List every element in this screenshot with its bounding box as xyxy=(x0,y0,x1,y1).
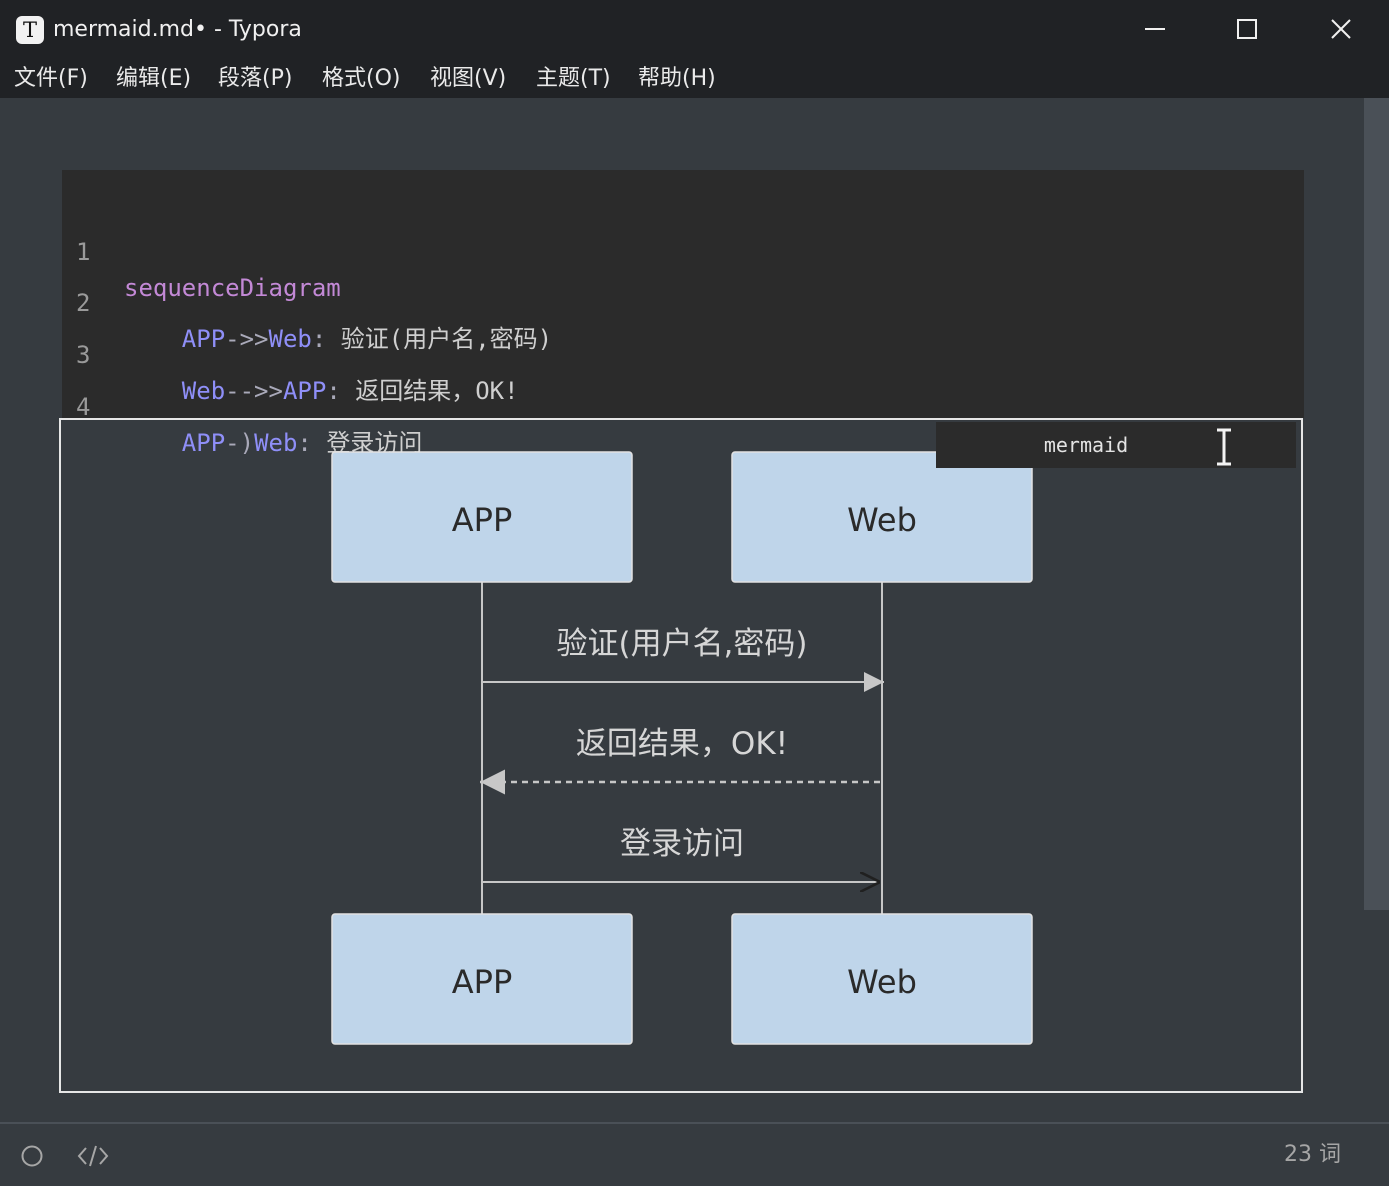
menu-format[interactable]: 格式(O) xyxy=(322,64,400,94)
sequence-diagram: APP Web 验证(用户名,密码) 返回结果，OK! 登录访问 APP Web xyxy=(331,451,1033,1045)
code-language-input[interactable] xyxy=(936,422,1296,468)
code-token: : xyxy=(311,325,341,353)
scrollbar-thumb[interactable] xyxy=(1364,98,1389,910)
code-token: 验证(用户名,密码) xyxy=(340,325,553,353)
vertical-scrollbar[interactable] xyxy=(1364,98,1389,1122)
message-label: 登录访问 xyxy=(620,826,744,862)
menu-theme[interactable]: 主题(T) xyxy=(536,64,611,94)
code-token: Web xyxy=(268,325,312,353)
code-line: 4 APP-)Web: 登录访问 xyxy=(62,353,422,457)
code-token: ->> xyxy=(225,325,269,353)
code-block[interactable]: 1 sequenceDiagram 2 APP->>Web: 验证(用户名,密码… xyxy=(62,170,1304,457)
status-bar: 23 词 xyxy=(0,1122,1389,1186)
menu-view[interactable]: 视图(V) xyxy=(430,64,506,94)
code-token: : xyxy=(326,377,356,405)
actor-label-web-bottom: Web xyxy=(847,963,917,1001)
close-icon xyxy=(1331,19,1351,39)
text-cursor-icon xyxy=(1217,428,1231,466)
menu-file[interactable]: 文件(F) xyxy=(14,64,88,94)
code-text[interactable]: Web-->>APP: 返回结果，OK! xyxy=(124,373,519,409)
menu-paragraph[interactable]: 段落(P) xyxy=(218,64,292,94)
minimize-button[interactable] xyxy=(1110,0,1200,58)
code-token: APP xyxy=(181,325,226,353)
mermaid-diagram-preview[interactable]: APP Web 验证(用户名,密码) 返回结果，OK! 登录访问 APP Web xyxy=(59,418,1303,1093)
code-token: sequenceDiagram xyxy=(124,274,341,302)
message-label: 验证(用户名,密码) xyxy=(556,626,807,662)
word-count[interactable]: 23 词 xyxy=(1284,1140,1341,1170)
code-token: -->> xyxy=(225,377,283,405)
actor-label-app-top: APP xyxy=(452,501,512,539)
code-token: APP xyxy=(282,377,327,405)
maximize-button[interactable] xyxy=(1202,0,1292,58)
close-button[interactable] xyxy=(1296,0,1386,58)
code-line: 3 Web-->>APP: 返回结果，OK! xyxy=(62,301,519,405)
source-code-icon[interactable] xyxy=(76,1142,110,1170)
menu-bar: 文件(F) 编辑(E) 段落(P) 格式(O) 视图(V) 主题(T) 帮助(H… xyxy=(0,58,1389,98)
code-token: Web xyxy=(181,377,226,405)
code-token: 返回结果，OK! xyxy=(355,377,519,405)
menu-edit[interactable]: 编辑(E) xyxy=(116,64,191,94)
code-text[interactable]: APP->>Web: 验证(用户名,密码) xyxy=(124,321,552,357)
outline-toggle-icon[interactable] xyxy=(20,1144,44,1168)
minimize-icon xyxy=(1145,28,1165,30)
menu-help[interactable]: 帮助(H) xyxy=(638,64,716,94)
actor-label-app-bottom: APP xyxy=(452,963,512,1001)
actor-label-web-top: Web xyxy=(847,501,917,539)
code-language-box xyxy=(936,422,1296,468)
window-title: mermaid.md• - Typora xyxy=(53,17,302,42)
code-text[interactable]: sequenceDiagram xyxy=(124,270,341,306)
message-label: 返回结果，OK! xyxy=(576,726,788,762)
maximize-icon xyxy=(1237,19,1257,39)
code-line: 2 APP->>Web: 验证(用户名,密码) xyxy=(62,249,552,353)
code-line: 1 sequenceDiagram xyxy=(62,198,341,302)
typora-logo-icon: T xyxy=(16,16,44,44)
title-bar: T mermaid.md• - Typora xyxy=(0,0,1389,59)
